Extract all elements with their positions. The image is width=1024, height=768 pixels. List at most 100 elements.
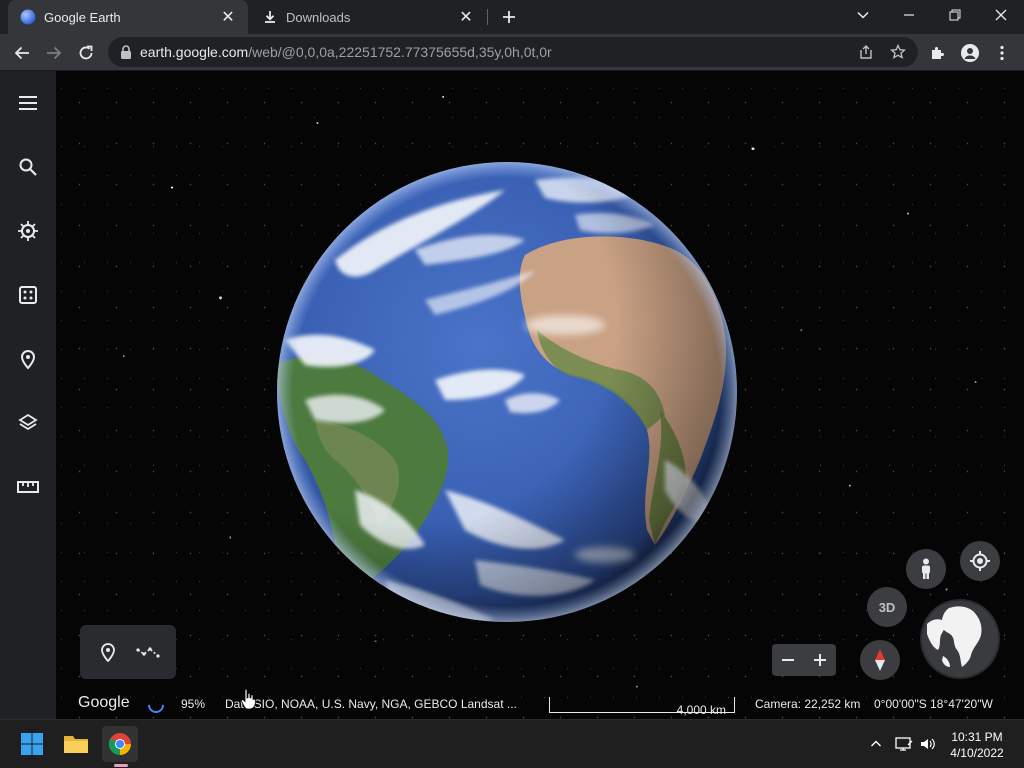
plus-icon (814, 654, 826, 666)
close-tab-icon[interactable]: ✕ (456, 7, 476, 27)
chrome-logo-icon (109, 733, 131, 755)
back-button[interactable] (8, 39, 36, 67)
mini-globe-icon (922, 601, 998, 677)
back-arrow-icon (14, 46, 29, 60)
tab-search-button[interactable] (840, 0, 886, 30)
taskbar-clock[interactable]: 10:31 PM 4/10/2022 (940, 729, 1014, 761)
windows-logo-icon (21, 733, 43, 755)
tab-strip: Google Earth ✕ Downloads ✕ (0, 0, 1024, 34)
chrome-taskbar-button[interactable] (102, 726, 138, 762)
cursor-coordinates: 0°00'00"S 18°47'20"W (874, 697, 993, 711)
placemark-icon (101, 643, 115, 662)
search-button[interactable] (12, 151, 44, 183)
earth-globe[interactable] (275, 160, 739, 624)
search-icon (19, 158, 37, 176)
status-bar: Google 95% Data SIO, NOAA, U.S. Navy, NG… (56, 691, 1024, 719)
pegman-button[interactable] (906, 549, 946, 589)
google-logo: Google (78, 694, 130, 711)
voyager-icon (18, 221, 38, 241)
dice-icon (19, 286, 37, 304)
loading-percent: 95% (181, 697, 206, 711)
url-host: earth.google.com (140, 44, 249, 60)
zoom-out-button[interactable] (772, 644, 804, 676)
restore-button[interactable] (932, 0, 978, 30)
toggle-3d-label: 3D (878, 599, 896, 615)
puzzle-icon (932, 47, 944, 59)
plus-icon (503, 11, 515, 23)
volume-button[interactable] (918, 734, 938, 754)
main-menu-button[interactable] (12, 87, 44, 119)
camera-altitude: Camera: 22,252 km (755, 697, 861, 711)
url-text: earth.google.com/web/@0,0,0a,22251752.77… (140, 44, 552, 60)
chrome-menu-button[interactable] (988, 39, 1016, 67)
add-path-button[interactable] (134, 638, 162, 666)
scale-bar[interactable]: 4,000 km (549, 697, 735, 717)
close-tab-icon[interactable]: ✕ (218, 7, 238, 27)
hand-cursor-icon (240, 688, 256, 710)
restore-icon (949, 9, 961, 21)
measure-button[interactable] (12, 471, 44, 503)
profile-button[interactable] (956, 39, 984, 67)
windows-taskbar: 10:31 PM 4/10/2022 (0, 719, 1024, 768)
browser-toolbar: earth.google.com/web/@0,0,0a,22251752.77… (0, 34, 1024, 71)
my-location-button[interactable] (960, 541, 1000, 581)
earth-viewport[interactable]: 3D Google 95% Data SIO, NOAA, U.S. Navy,… (56, 71, 1024, 719)
compass-icon (875, 649, 885, 671)
clock-time: 10:31 PM (951, 730, 1003, 744)
more-vert-icon (1000, 45, 1004, 61)
url-path: /web/@0,0,0a,22251752.77375655d,35y,0h,0… (248, 44, 552, 60)
close-icon (995, 9, 1007, 21)
clock-date: 4/10/2022 (950, 746, 1004, 760)
chevron-up-icon (871, 740, 881, 747)
lock-icon (121, 45, 131, 59)
show-hidden-icons-button[interactable] (866, 734, 886, 754)
my-location-icon (970, 551, 990, 571)
add-placemark-button[interactable] (94, 638, 122, 666)
tab-title: Downloads (286, 9, 351, 25)
forward-button[interactable] (40, 39, 68, 67)
share-icon[interactable] (858, 44, 874, 60)
reload-icon (79, 45, 93, 60)
zoom-controls (772, 644, 836, 676)
avatar-icon (961, 44, 979, 62)
globe-overview-button[interactable] (920, 599, 1000, 679)
active-app-indicator (114, 764, 128, 767)
drawing-tools-card (80, 625, 176, 679)
minus-icon (782, 659, 794, 661)
network-button[interactable] (894, 734, 914, 754)
map-pin-icon (20, 350, 36, 370)
chevron-down-icon (857, 11, 869, 19)
new-tab-button[interactable] (497, 5, 521, 29)
forward-arrow-icon (47, 46, 62, 60)
address-bar[interactable]: earth.google.com/web/@0,0,0a,22251752.77… (108, 37, 918, 67)
bookmark-star-icon[interactable] (890, 44, 906, 60)
voyager-button[interactable] (12, 215, 44, 247)
layers-icon (18, 413, 38, 431)
pegman-icon (922, 558, 930, 579)
download-icon (265, 11, 275, 23)
reload-button[interactable] (72, 39, 100, 67)
google-earth-favicon-icon (20, 9, 36, 25)
close-window-button[interactable] (978, 0, 1024, 30)
minimize-icon (904, 14, 914, 16)
zoom-in-button[interactable] (804, 644, 836, 676)
earth-side-rail (0, 71, 56, 719)
tab-separator (487, 9, 488, 25)
toggle-3d-button[interactable]: 3D (867, 587, 907, 627)
feeling-lucky-button[interactable] (12, 279, 44, 311)
file-explorer-button[interactable] (58, 726, 94, 762)
compass-button[interactable] (860, 640, 900, 680)
menu-icon (19, 96, 37, 110)
map-style-button[interactable] (12, 407, 44, 439)
tab-google-earth[interactable]: Google Earth ✕ (8, 0, 248, 34)
extensions-button[interactable] (924, 39, 952, 67)
start-button[interactable] (14, 726, 50, 762)
data-attribution[interactable]: Data SIO, NOAA, U.S. Navy, NGA, GEBCO La… (225, 697, 517, 711)
tab-downloads[interactable]: Downloads ✕ (250, 0, 486, 34)
minimize-button[interactable] (886, 0, 932, 30)
projects-button[interactable] (12, 343, 44, 375)
network-icon (895, 737, 913, 751)
ruler-icon (17, 481, 39, 493)
loading-spinner-icon (144, 693, 168, 717)
tab-title: Google Earth (44, 9, 121, 25)
